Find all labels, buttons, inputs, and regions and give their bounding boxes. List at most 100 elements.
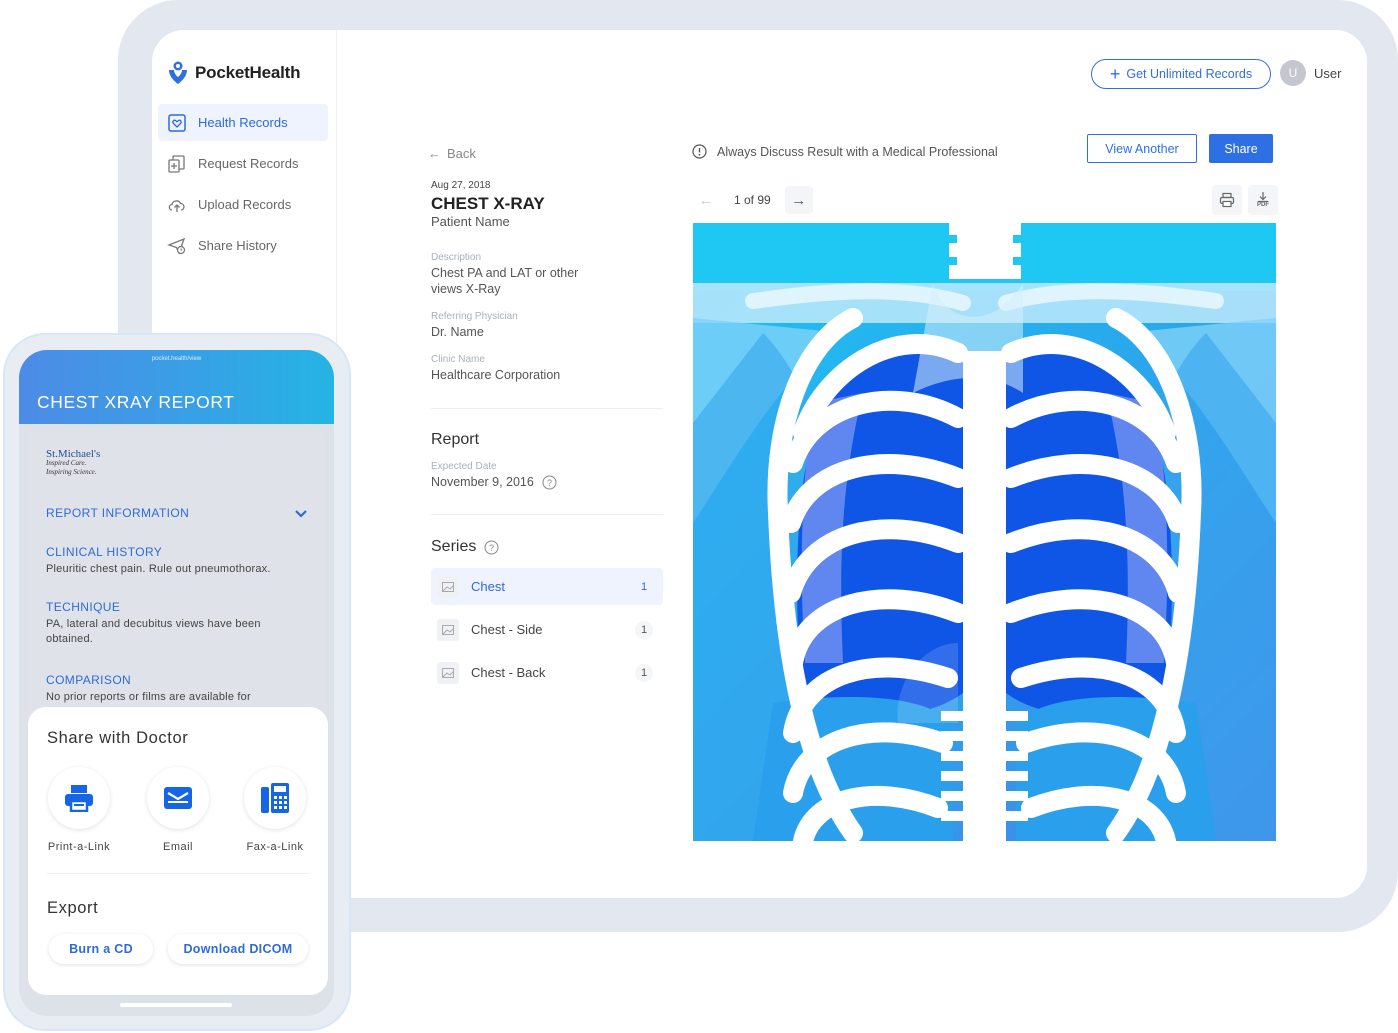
sidebar-item-upload-records[interactable]: Upload Records	[158, 186, 328, 223]
divider	[47, 873, 309, 874]
clinic-logo-name: St.Michael's	[46, 448, 101, 460]
fax-a-link-button[interactable]	[244, 767, 306, 829]
clinical-history-heading: CLINICAL HISTORY	[46, 545, 163, 559]
pocket-health-logo-icon	[169, 61, 187, 84]
mobile-screen: pocket.health/view CHEST XRAY REPORT St.…	[19, 350, 334, 1016]
back-link[interactable]: ← Back	[428, 146, 476, 161]
description-value: Chest PA and LAT or other views X-Ray	[431, 265, 578, 297]
comparison-heading: COMPARISON	[46, 673, 132, 687]
series-heading: Series	[431, 538, 477, 555]
svg-text:?: ?	[489, 543, 494, 553]
cloud-upload-icon	[166, 194, 188, 216]
sidebar-item-health-records[interactable]: Health Records	[158, 104, 328, 141]
series-item-chest[interactable]: Chest 1	[431, 568, 663, 605]
burn-cd-button[interactable]: Burn a CD	[49, 934, 153, 964]
print-button[interactable]	[1212, 185, 1242, 215]
physician-block: Referring Physician Dr. Name	[431, 311, 518, 340]
mobile-header: pocket.health/view CHEST XRAY REPORT	[19, 350, 334, 424]
clinical-history-section: CLINICAL HISTORY Pleuritic chest pain. R…	[46, 545, 306, 577]
report-information-heading: REPORT INFORMATION	[46, 506, 190, 520]
notice-text: Always Discuss Result with a Medical Pro…	[717, 144, 998, 159]
image-thumbnail-icon	[437, 618, 459, 641]
series-label: Chest - Side	[471, 622, 543, 637]
expected-date-block: Expected Date November 9, 2016 ?	[431, 461, 557, 490]
page-indicator: 1 of 99	[734, 193, 771, 207]
get-unlimited-records-button[interactable]: + Get Unlimited Records	[1091, 59, 1271, 89]
sidebar-item-label: Upload Records	[198, 197, 292, 212]
email-option[interactable]: Email	[138, 767, 218, 853]
brand-logo[interactable]: PocketHealth	[167, 60, 301, 86]
heart-folder-icon	[166, 112, 188, 134]
divider	[431, 408, 663, 409]
chevron-down-icon	[295, 509, 307, 518]
print-a-link-button[interactable]	[48, 767, 110, 829]
expected-date-label: Expected Date	[431, 461, 497, 472]
prev-image-button[interactable]: ←	[692, 186, 720, 214]
record-date: Aug 27, 2018	[431, 180, 491, 191]
report-body: St.Michael's Inspired Care. Inspiring Sc…	[27, 432, 326, 732]
help-icon[interactable]: ?	[484, 540, 499, 555]
help-icon[interactable]: ?	[542, 475, 557, 490]
sidebar-item-request-records[interactable]: Request Records	[158, 145, 328, 182]
download-icon	[1258, 192, 1268, 202]
back-label: Back	[447, 146, 476, 161]
technique-text: PA, lateral and decubitus views have bee…	[46, 618, 261, 630]
series-list: Chest 1 Chest - Side 1 Chest - Back 1	[431, 568, 663, 697]
series-label: Chest - Back	[471, 665, 546, 680]
xray-image[interactable]	[693, 223, 1276, 841]
sidebar-item-label: Request Records	[198, 156, 299, 171]
series-heading-row: Series ?	[431, 538, 499, 556]
patient-name: Patient Name	[431, 214, 510, 229]
series-count: 1	[635, 663, 653, 682]
home-indicator[interactable]	[120, 1003, 232, 1007]
sidebar-item-share-history[interactable]: Share History	[158, 227, 328, 264]
url-bar[interactable]: pocket.health/view	[19, 356, 334, 362]
avatar: U	[1280, 60, 1306, 86]
expected-date-row: November 9, 2016 ?	[431, 474, 557, 490]
printer-icon	[65, 785, 93, 812]
arrow-left-icon: ←	[428, 146, 441, 161]
share-heading: Share with Doctor	[47, 729, 189, 747]
share-button[interactable]: Share	[1209, 134, 1273, 163]
mail-icon	[164, 787, 192, 809]
report-heading: Report	[431, 431, 480, 448]
clinic-logo-tagline: Inspired Care.	[46, 459, 87, 467]
technique-section: TECHNIQUE PA, lateral and decubitus view…	[46, 600, 306, 647]
download-dicom-button[interactable]: Download DICOM	[168, 934, 308, 964]
view-another-button[interactable]: View Another	[1087, 134, 1197, 163]
record-title: CHEST X-RAY	[431, 194, 545, 213]
image-thumbnail-icon	[437, 661, 459, 684]
comparison-text: No prior reports or films are available …	[46, 691, 251, 703]
printer-icon	[1219, 192, 1235, 208]
image-thumbnail-icon	[437, 575, 459, 598]
user-menu[interactable]: U User	[1280, 60, 1341, 86]
share-option-label: Fax-a-Link	[246, 841, 304, 853]
print-a-link-option[interactable]: Print-a-Link	[39, 767, 119, 853]
next-image-button[interactable]: →	[784, 186, 813, 214]
arrow-right-icon: →	[791, 191, 807, 209]
description-label: Description	[431, 252, 482, 263]
physician-label: Referring Physician	[431, 311, 518, 322]
email-button[interactable]	[147, 767, 209, 829]
cta-label: Get Unlimited Records	[1126, 67, 1253, 81]
pdf-label: PDF	[1257, 202, 1269, 208]
request-icon	[166, 153, 188, 175]
fax-icon	[261, 783, 289, 813]
export-heading: Export	[47, 899, 99, 917]
clinical-history-text: Pleuritic chest pain. Rule out pneumotho…	[46, 563, 271, 575]
description-line: views X-Ray	[431, 282, 501, 296]
series-count: 1	[640, 580, 648, 593]
fax-a-link-option[interactable]: Fax-a-Link	[235, 767, 315, 853]
clinic-logo-tagline: Inspiring Science.	[46, 468, 97, 476]
sidebar-item-label: Share History	[198, 238, 277, 253]
sidebar-nav: Health Records Request Records Upload Re…	[158, 104, 328, 268]
series-item-chest-back[interactable]: Chest - Back 1	[431, 654, 663, 691]
report-information-toggle[interactable]: REPORT INFORMATION	[46, 506, 308, 520]
download-pdf-button[interactable]: PDF	[1248, 185, 1278, 215]
brand-name: PocketHealth	[195, 63, 301, 82]
svg-text:?: ?	[547, 478, 552, 488]
series-item-chest-side[interactable]: Chest - Side 1	[431, 611, 663, 648]
share-option-label: Print-a-Link	[47, 841, 111, 853]
comparison-section: COMPARISON No prior reports or films are…	[46, 673, 306, 705]
medical-notice: Always Discuss Result with a Medical Pro…	[692, 144, 998, 159]
